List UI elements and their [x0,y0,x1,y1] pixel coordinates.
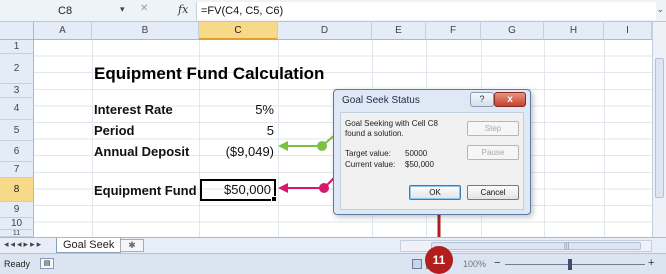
column-header-a[interactable]: A [34,22,92,40]
insert-function-icon[interactable]: fx [178,3,188,16]
goal-seek-status-dialog: Goal Seek Status ? x Goal Seeking with C… [333,89,531,215]
label-annual-deposit[interactable]: Annual Deposit [94,144,189,159]
formula-cancel-icon[interactable]: ✕ [140,3,148,14]
ok-button[interactable]: OK [409,185,461,200]
zoom-slider[interactable] [505,264,645,265]
gridline [92,40,93,237]
close-button[interactable]: x [494,92,526,107]
dialog-body: Goal Seeking with Cell C8 found a soluti… [340,112,524,210]
select-all-corner[interactable] [0,22,34,40]
fill-handle[interactable] [271,196,277,202]
insert-sheet-icon[interactable]: ✱ [120,239,144,252]
step-button[interactable]: Step [467,121,519,136]
dialog-title: Goal Seek Status [342,95,420,106]
zoom-out-icon[interactable]: − [494,257,500,269]
row-header-8[interactable]: 8 [0,178,34,202]
name-box[interactable]: C8 [6,3,118,19]
column-header-d[interactable]: D [278,22,372,40]
gridline [544,40,545,237]
target-value-label: Target value: [345,149,391,158]
row-header-11[interactable]: 11 [0,230,34,237]
column-header-g[interactable]: G [481,22,544,40]
label-equipment-fund[interactable]: Equipment Fund [94,183,197,198]
name-box-dropdown-icon[interactable]: ▾ [120,4,125,15]
column-header-c[interactable]: C [199,22,278,40]
zoom-slider-thumb[interactable] [568,259,572,270]
row-header-9[interactable]: 9 [0,202,34,218]
row-header-10[interactable]: 10 [0,218,34,230]
sheet-nav-arrows-icon[interactable]: ◂◂◂▸▸▸ [4,239,43,250]
gridline [604,40,605,237]
sheet-tab-goal-seek[interactable]: Goal Seek [56,238,122,253]
sheet-tab-bar: ◂◂◂▸▸▸ Goal Seek ✱ ||| [0,237,666,253]
ready-status: Ready [4,259,31,269]
formula-input[interactable]: =FV(C4, C5, C6) [196,2,656,20]
record-macro-icon[interactable]: ▤ [40,258,54,269]
current-value: $50,000 [405,160,434,169]
help-button[interactable]: ? [470,92,494,107]
column-header-e[interactable]: E [372,22,426,40]
horizontal-scroll-thumb[interactable]: ||| [431,242,641,250]
formula-bar: C8 ▾ ✕ fx =FV(C4, C5, C6) ⌄ [0,0,666,22]
target-value: 50000 [405,149,428,158]
label-interest-rate[interactable]: Interest Rate [94,102,173,117]
zoom-in-icon[interactable]: + [648,257,654,269]
status-bar: Ready ▤ 100% − + [0,253,666,274]
row-header-4[interactable]: 4 [0,98,34,120]
row-header-3[interactable]: 3 [0,84,34,98]
status-message-line1: Goal Seeking with Cell C8 [345,119,438,128]
column-header-b[interactable]: B [92,22,199,40]
vertical-scrollbar[interactable] [652,22,666,237]
cancel-button[interactable]: Cancel [467,185,519,200]
value-period[interactable]: 5 [200,123,274,138]
current-value-label: Current value: [345,160,396,169]
row-header-7[interactable]: 7 [0,162,34,178]
vertical-scroll-thumb[interactable] [655,58,664,198]
status-message-line2: found a solution. [345,129,404,138]
label-period[interactable]: Period [94,123,134,138]
column-header-h[interactable]: H [544,22,604,40]
expand-formula-bar-icon[interactable]: ⌄ [656,4,664,15]
scroll-grip-icon: ||| [564,243,570,250]
row-header-2[interactable]: 2 [0,54,34,84]
value-interest-rate[interactable]: 5% [200,102,274,117]
zoom-level[interactable]: 100% [463,259,486,269]
sheet-title[interactable]: Equipment Fund Calculation [94,64,324,84]
column-header-i[interactable]: I [604,22,652,40]
row-header-5[interactable]: 5 [0,120,34,141]
column-header-f[interactable]: F [426,22,481,40]
value-annual-deposit[interactable]: ($9,049) [200,144,274,159]
row-header-1[interactable]: 1 [0,40,34,54]
active-cell-c8[interactable]: $50,000 [200,179,276,201]
step-number-badge: 11 [425,246,453,274]
pause-button[interactable]: Pause [467,145,519,160]
row-header-6[interactable]: 6 [0,141,34,162]
normal-view-icon[interactable] [412,259,422,269]
